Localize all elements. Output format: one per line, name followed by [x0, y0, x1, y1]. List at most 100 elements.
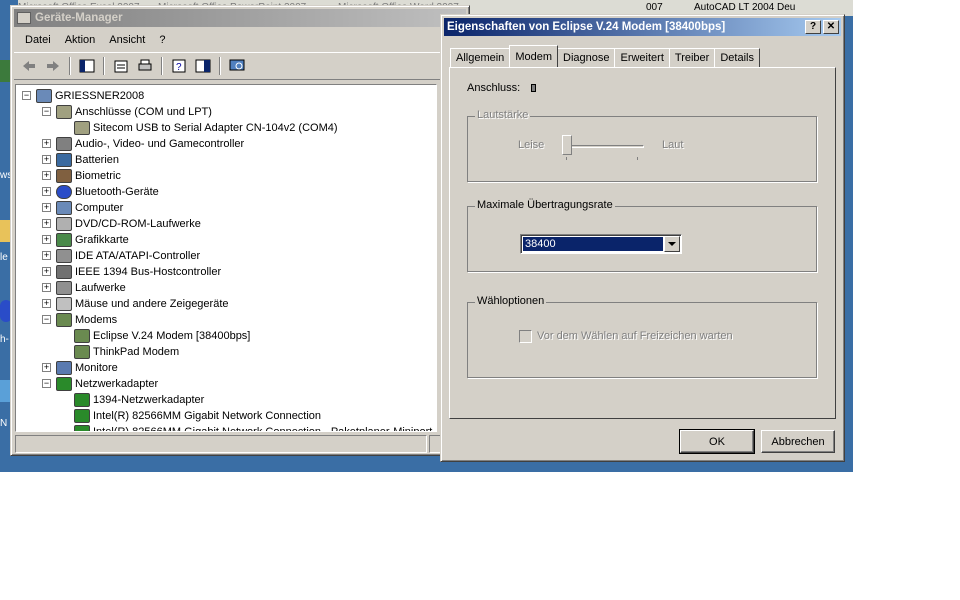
slider-tick	[637, 157, 638, 160]
tree-node[interactable]: Intel(R) 82566MM Gigabit Network Connect…	[74, 424, 433, 432]
tree-node[interactable]: Anschlüsse (COM und LPT)	[56, 104, 212, 120]
tree-node[interactable]: ThinkPad Modem	[74, 344, 179, 360]
desktop-label: N	[0, 418, 8, 429]
show-hide-console-tree-icon[interactable]	[76, 56, 98, 76]
toolbar-separator	[161, 57, 163, 75]
tree-node[interactable]: Sitecom USB to Serial Adapter CN-104v2 (…	[74, 120, 338, 136]
tree-node[interactable]: Grafikkarte	[56, 232, 129, 248]
bg-item-5: AutoCAD LT 2004 Deu	[694, 2, 796, 13]
tree-node-label: IDE ATA/ATAPI-Controller	[75, 250, 201, 262]
menu-aktion[interactable]: Aktion	[58, 34, 103, 46]
tree-node-label: Intel(R) 82566MM Gigabit Network Connect…	[93, 426, 433, 432]
tree-expander[interactable]: +	[42, 219, 51, 228]
tree-node-label: GRIESSNER2008	[55, 90, 145, 102]
tree-node[interactable]: Biometric	[56, 168, 121, 184]
tree-expander[interactable]: +	[42, 187, 51, 196]
tree-node[interactable]: Intel(R) 82566MM Gigabit Network Connect…	[74, 408, 321, 424]
port-icon	[74, 121, 90, 135]
tree-expander[interactable]: +	[42, 363, 51, 372]
tree-expander[interactable]: −	[42, 315, 51, 324]
menu-datei[interactable]: Datei	[18, 34, 58, 46]
device-manager-app-icon	[17, 12, 31, 24]
device-tree[interactable]: − GRIESSNER2008− Anschlüsse (COM und LPT) S…	[15, 84, 437, 432]
tree-expander[interactable]: +	[42, 283, 51, 292]
wait-dialtone-label: Vor dem Wählen auf Freizeichen warten	[537, 330, 733, 342]
tree-node-label: ThinkPad Modem	[93, 346, 180, 358]
tree-node[interactable]: Audio-, Video- und Gamecontroller	[56, 136, 244, 152]
tree-expander[interactable]: −	[22, 91, 31, 100]
ieee1394-icon	[56, 265, 72, 279]
tree-expander[interactable]: +	[42, 251, 51, 260]
properties-icon[interactable]	[110, 56, 132, 76]
volume-slider-thumb[interactable]	[562, 135, 572, 155]
forward-arrow-icon[interactable]	[42, 56, 64, 76]
battery-icon	[56, 153, 72, 167]
tab-treiber[interactable]: Treiber	[668, 48, 716, 67]
biometric-icon	[56, 169, 72, 183]
mouse-icon	[56, 297, 72, 311]
device-manager-title: Geräte-Manager	[35, 12, 123, 24]
tree-node[interactable]: Monitore	[56, 360, 118, 376]
tree-node-label: Anschlüsse (COM und LPT)	[75, 106, 212, 118]
tree-node[interactable]: DVD/CD-ROM-Laufwerke	[56, 216, 201, 232]
tree-node[interactable]: Laufwerke	[56, 280, 126, 296]
toolbar: ?	[14, 52, 466, 80]
tree-expander[interactable]: −	[42, 107, 51, 116]
tree-node[interactable]: Netzwerkadapter	[56, 376, 158, 392]
menu-ansicht[interactable]: Ansicht	[102, 34, 152, 46]
tree-expander[interactable]: +	[42, 299, 51, 308]
details-icon[interactable]	[192, 56, 214, 76]
tab-allgemein[interactable]: Allgemein	[450, 48, 511, 67]
tree-node[interactable]: Eclipse V.24 Modem [38400bps]	[74, 328, 250, 344]
tree-node[interactable]: GRIESSNER2008	[36, 88, 144, 104]
toolbar-separator	[69, 57, 71, 75]
monitor-icon	[56, 361, 72, 375]
tree-node[interactable]: 1394-Netzwerkadapter	[74, 392, 204, 408]
tree-node-label: Audio-, Video- und Gamecontroller	[75, 138, 245, 150]
print-icon[interactable]	[134, 56, 156, 76]
chevron-down-icon[interactable]	[664, 236, 680, 252]
tree-expander[interactable]: +	[42, 203, 51, 212]
menu-help[interactable]: ?	[152, 34, 172, 46]
tree-node[interactable]: Mäuse und andere Zeigegeräte	[56, 296, 229, 312]
tab-modem[interactable]: Modem	[509, 45, 558, 67]
tab-diagnose[interactable]: Diagnose	[557, 48, 616, 67]
tree-node[interactable]: IDE ATA/ATAPI-Controller	[56, 248, 200, 264]
help-button[interactable]: ?	[805, 20, 821, 34]
tree-node-label: Intel(R) 82566MM Gigabit Network Connect…	[93, 410, 322, 422]
tree-node[interactable]: IEEE 1394 Bus-Hostcontroller	[56, 264, 221, 280]
wait-dialtone-checkbox[interactable]	[519, 330, 532, 343]
tree-node[interactable]: Modems	[56, 312, 117, 328]
tree-expander[interactable]: +	[42, 171, 51, 180]
ok-button[interactable]: OK	[679, 429, 755, 454]
ide-icon	[56, 249, 72, 263]
back-arrow-icon[interactable]	[18, 56, 40, 76]
scan-hardware-icon[interactable]	[226, 56, 248, 76]
properties-titlebar[interactable]: Eigenschaften von Eclipse V.24 Modem [38…	[444, 18, 841, 36]
cancel-button[interactable]: Abbrechen	[761, 430, 835, 453]
tree-expander[interactable]: +	[42, 155, 51, 164]
display-adapter-icon	[56, 233, 72, 247]
close-button[interactable]: ✕	[823, 20, 839, 34]
status-bar	[15, 435, 427, 453]
volume-high-label: Laut	[662, 139, 684, 151]
modem-tab-panel: Anschluss: Lautstärke Leise Laut Maximal…	[449, 67, 836, 419]
rate-group: Maximale Übertragungsrate 38400	[467, 199, 817, 272]
tree-expander[interactable]: +	[42, 267, 51, 276]
tree-expander[interactable]: +	[42, 139, 51, 148]
help-icon[interactable]: ?	[168, 56, 190, 76]
tab-details[interactable]: Details	[714, 48, 760, 67]
device-manager-titlebar[interactable]: Geräte-Manager	[14, 9, 466, 27]
tree-expander[interactable]: −	[42, 379, 51, 388]
toolbar-separator	[219, 57, 221, 75]
anschluss-port-icon	[531, 84, 536, 92]
rate-select[interactable]: 38400	[520, 234, 682, 254]
tab-erweitert[interactable]: Erweitert	[614, 48, 670, 67]
volume-slider-track	[564, 145, 644, 148]
network-adapter-icon	[74, 393, 90, 407]
tree-node[interactable]: Bluetooth-Geräte	[56, 184, 159, 200]
tree-expander[interactable]: +	[42, 235, 51, 244]
menubar: Datei Aktion Ansicht ?	[14, 30, 466, 50]
tree-node[interactable]: Batterien	[56, 152, 119, 168]
tree-node[interactable]: Computer	[56, 200, 123, 216]
